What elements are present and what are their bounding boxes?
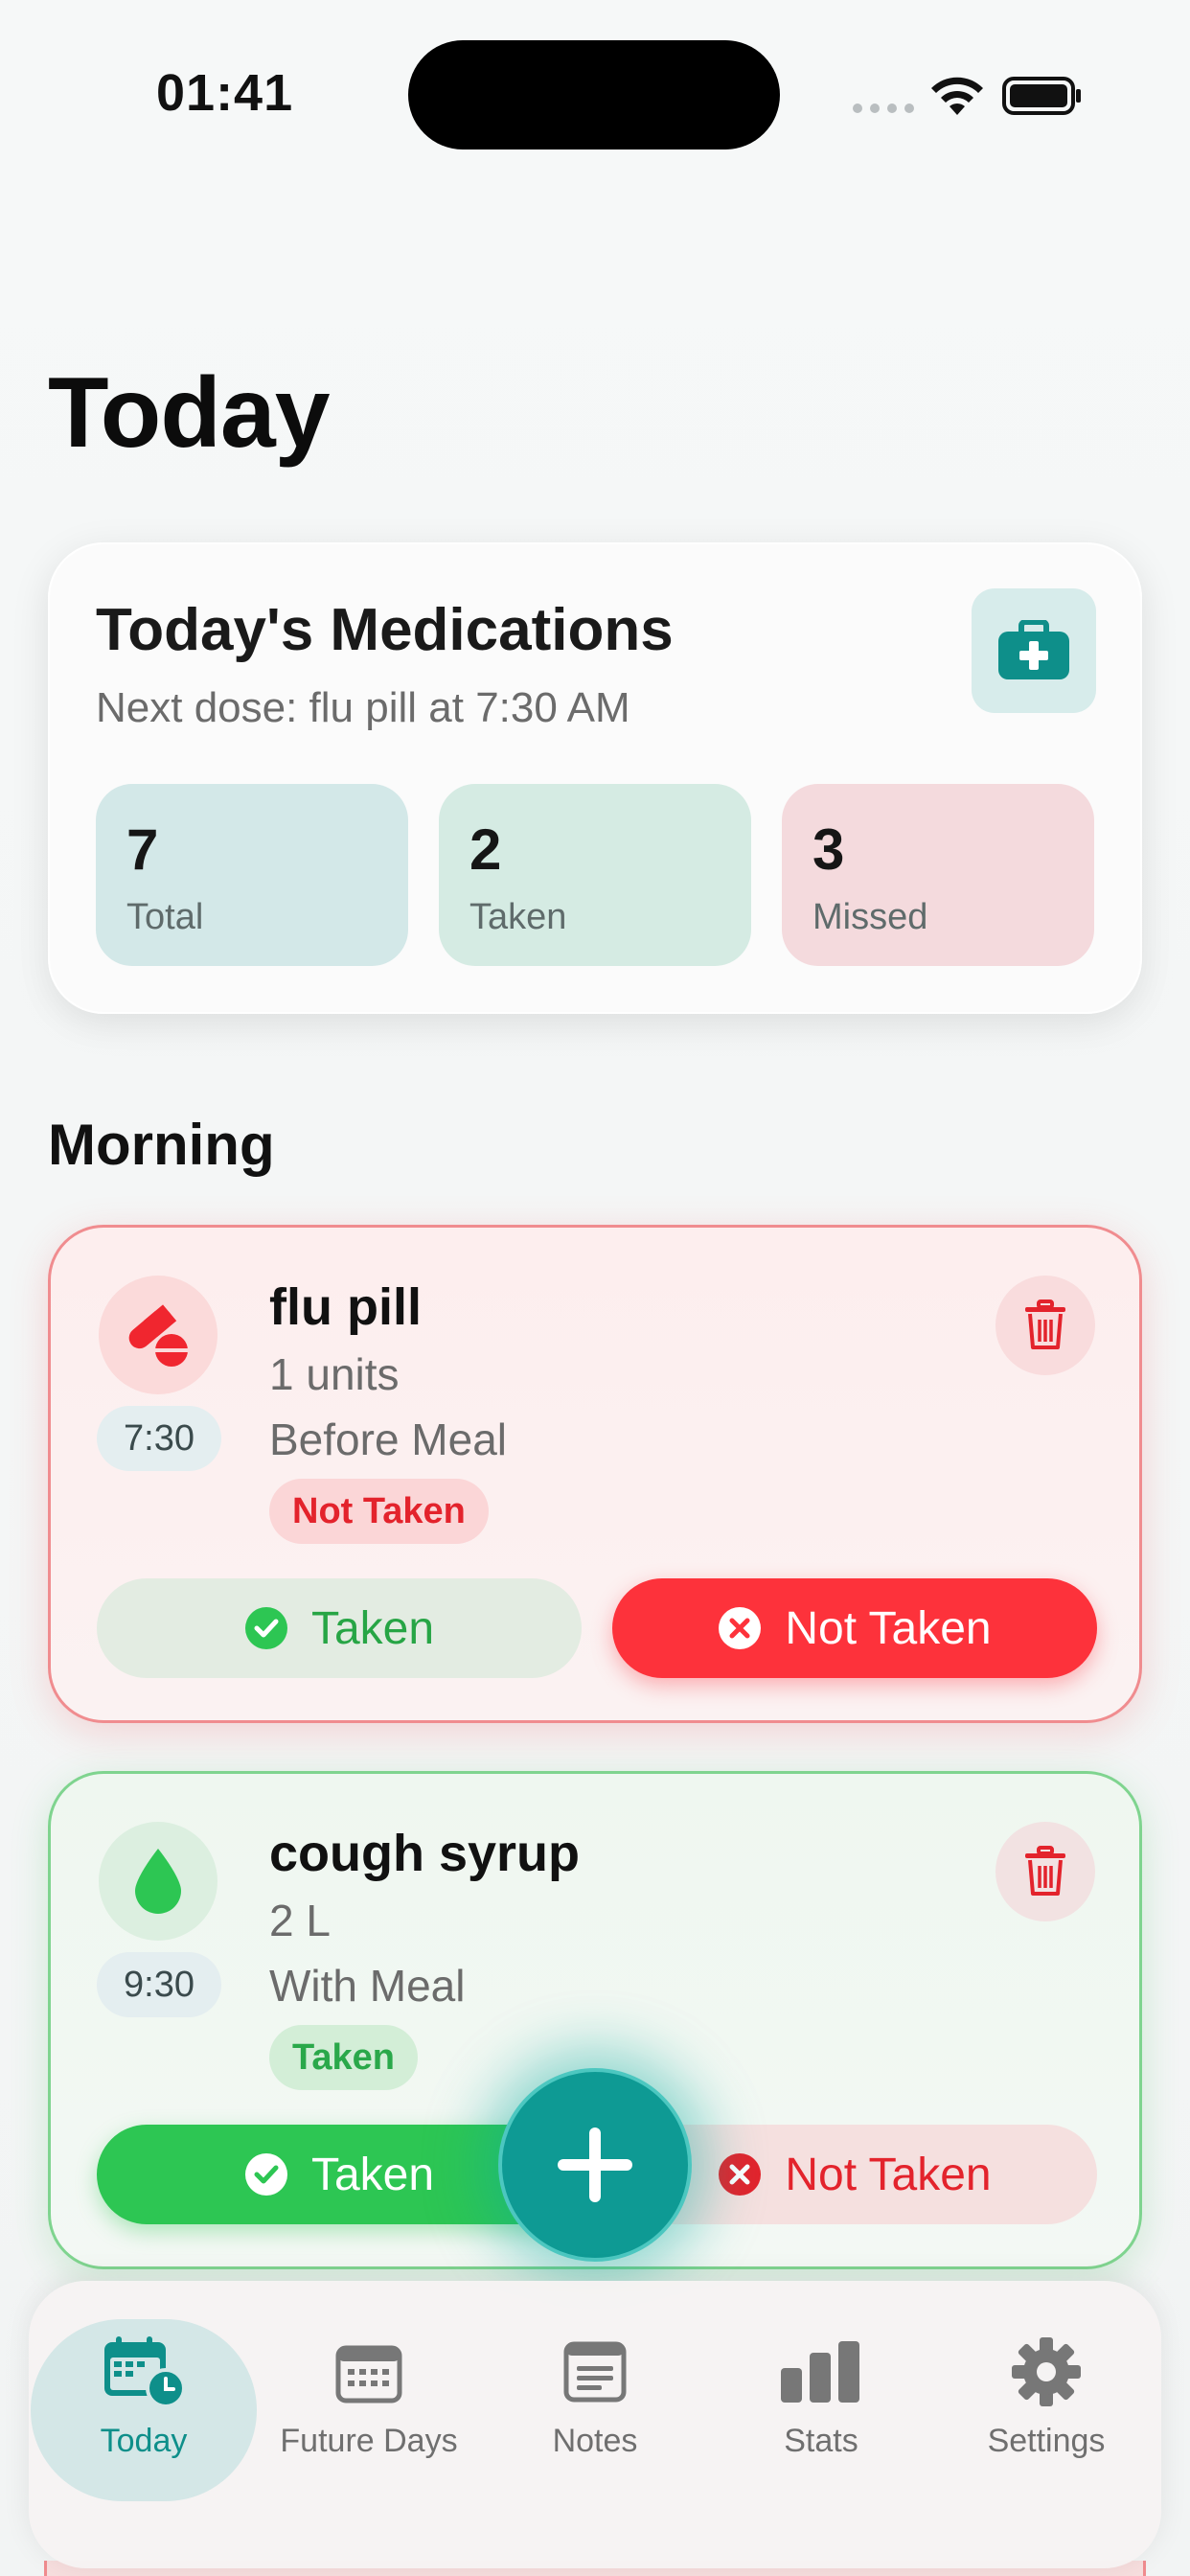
trash-icon bbox=[1025, 1846, 1065, 1896]
pill-icon bbox=[99, 1276, 217, 1394]
calendar-icon bbox=[335, 2345, 402, 2404]
tab-settings[interactable]: Settings bbox=[933, 2319, 1159, 2501]
med-name: cough syrup bbox=[269, 1825, 581, 1882]
tab-label: Future Days bbox=[280, 2423, 458, 2459]
calendar-clock-icon bbox=[104, 2336, 185, 2407]
tab-today[interactable]: Today bbox=[31, 2319, 257, 2501]
med-meal-timing: With Meal bbox=[269, 1961, 466, 2011]
stat-taken-label: Taken bbox=[469, 897, 567, 937]
stat-missed: 3 Missed bbox=[782, 784, 1094, 966]
mark-not-taken-label: Not Taken bbox=[785, 2149, 992, 2200]
med-time: 9:30 bbox=[97, 1952, 221, 2017]
med-name: flu pill bbox=[269, 1278, 422, 1336]
status-bar: 01:41 bbox=[0, 0, 1190, 192]
summary-card: Today's Medications Next dose: flu pill … bbox=[48, 542, 1142, 1014]
summary-title: Today's Medications bbox=[96, 597, 674, 663]
status-badge: Taken bbox=[269, 2025, 419, 2090]
mark-not-taken-button[interactable]: Not Taken bbox=[612, 1578, 1097, 1678]
status-time: 01:41 bbox=[156, 64, 294, 122]
tab-notes[interactable]: Notes bbox=[482, 2319, 708, 2501]
tab-bar: Today Future Days Notes Stats Settings bbox=[29, 2281, 1161, 2568]
stat-taken: 2 Taken bbox=[439, 784, 751, 966]
stat-missed-label: Missed bbox=[812, 897, 928, 937]
medkit-icon bbox=[998, 620, 1069, 679]
med-dose: 2 L bbox=[269, 1896, 331, 1945]
med-time: 7:30 bbox=[97, 1406, 221, 1471]
trash-icon bbox=[1025, 1300, 1065, 1349]
medkit-button[interactable] bbox=[972, 588, 1096, 713]
delete-button[interactable] bbox=[995, 1822, 1095, 1921]
stat-total-label: Total bbox=[126, 897, 204, 937]
stat-total-value: 7 bbox=[126, 817, 159, 882]
dynamic-island bbox=[408, 40, 780, 150]
gear-icon bbox=[1012, 2337, 1081, 2406]
x-circle-icon bbox=[719, 2153, 762, 2196]
tab-future-days[interactable]: Future Days bbox=[256, 2319, 482, 2501]
wifi-icon bbox=[931, 77, 983, 115]
drop-icon bbox=[99, 1822, 217, 1941]
checkmark-circle-icon bbox=[244, 2153, 287, 2196]
tab-label: Notes bbox=[552, 2423, 638, 2459]
x-circle-icon bbox=[719, 1607, 762, 1649]
tab-label: Stats bbox=[784, 2423, 858, 2459]
mark-taken-label: Taken bbox=[310, 2149, 435, 2200]
med-dose: 1 units bbox=[269, 1349, 400, 1399]
mark-taken-label: Taken bbox=[310, 1602, 435, 1654]
battery-icon bbox=[1002, 77, 1081, 115]
note-icon bbox=[563, 2341, 627, 2403]
mark-not-taken-label: Not Taken bbox=[785, 1602, 992, 1654]
page-title: Today bbox=[48, 357, 331, 469]
med-meal-timing: Before Meal bbox=[269, 1414, 508, 1464]
next-dose-text: Next dose: flu pill at 7:30 AM bbox=[96, 684, 630, 731]
add-medication-button[interactable] bbox=[498, 2068, 692, 2262]
checkmark-circle-icon bbox=[244, 1607, 287, 1649]
stat-taken-value: 2 bbox=[469, 817, 502, 882]
plus-icon bbox=[558, 2128, 632, 2202]
status-badge: Not Taken bbox=[269, 1479, 489, 1544]
bar-chart-icon bbox=[781, 2341, 859, 2403]
med-card[interactable]: 7:30 flu pill 1 units Before Meal Not Ta… bbox=[48, 1225, 1142, 1723]
delete-button[interactable] bbox=[995, 1276, 1095, 1375]
tab-label: Settings bbox=[987, 2423, 1106, 2459]
tab-stats[interactable]: Stats bbox=[708, 2319, 934, 2501]
stat-total: 7 Total bbox=[96, 784, 408, 966]
signal-icon bbox=[853, 104, 914, 113]
section-title-morning: Morning bbox=[48, 1113, 275, 1177]
stat-missed-value: 3 bbox=[812, 817, 845, 882]
tab-label: Today bbox=[100, 2423, 188, 2459]
mark-taken-button[interactable]: Taken bbox=[97, 1578, 582, 1678]
